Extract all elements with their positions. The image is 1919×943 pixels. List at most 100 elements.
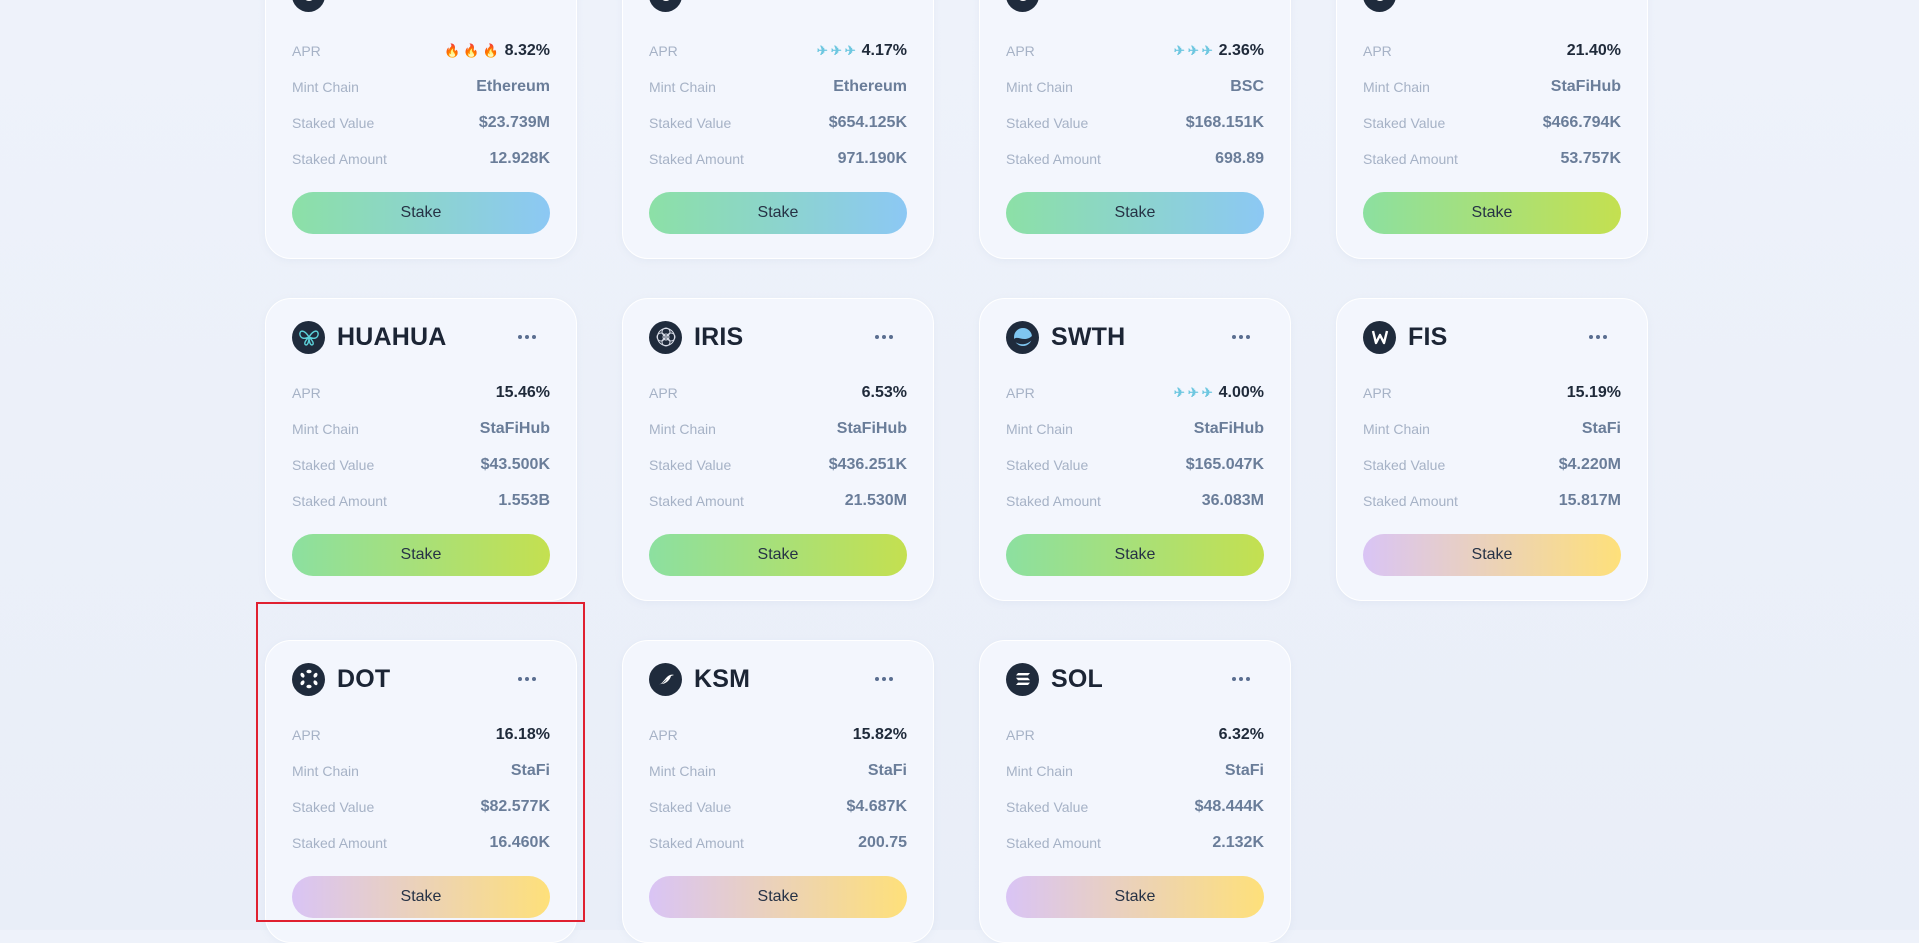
stake-button[interactable]: Stake bbox=[1363, 192, 1621, 234]
staking-card-grid: APR 🔥 🔥 🔥 8.32% Mint Chain Ethereum Staked … bbox=[265, 0, 1648, 943]
staked-value-label: Staked Value bbox=[292, 799, 375, 815]
apr-value: 15.82% bbox=[852, 726, 907, 743]
apr-value: 6.53% bbox=[861, 384, 907, 401]
staking-card: APR 🔥 🔥 🔥 8.32% Mint Chain Ethereum Staked … bbox=[265, 0, 577, 259]
apr-label: APR bbox=[649, 727, 678, 743]
stake-button[interactable]: Stake bbox=[292, 192, 550, 234]
mint-chain-label: Mint Chain bbox=[1006, 763, 1073, 779]
more-options-icon[interactable] bbox=[1226, 0, 1256, 5]
mint-chain-value: StaFi bbox=[510, 762, 550, 779]
more-options-icon[interactable] bbox=[512, 0, 542, 5]
card-header bbox=[649, 0, 907, 33]
staked-value: $654.125K bbox=[828, 114, 907, 131]
apr-row: APR ✈ ✈ ✈ 4.17% bbox=[649, 33, 907, 69]
token-name: IRIS bbox=[694, 322, 744, 351]
staked-amount: 698.89 bbox=[1215, 150, 1264, 167]
apr-label: APR bbox=[1006, 385, 1035, 401]
stake-button[interactable]: Stake bbox=[649, 876, 907, 918]
staked-amount: 36.083M bbox=[1201, 492, 1264, 509]
more-options-icon[interactable] bbox=[1583, 327, 1613, 347]
mint-chain-row: Mint Chain StaFiHub bbox=[1006, 411, 1264, 447]
rocket-icons: ✈ ✈ ✈ bbox=[1173, 385, 1213, 400]
more-options-icon[interactable] bbox=[869, 669, 899, 689]
apr-row: APR 21.40% bbox=[1363, 33, 1621, 69]
apr-value-wrap: ✈ ✈ ✈ 4.00% bbox=[1174, 384, 1264, 402]
staked-amount-row: Staked Amount 21.530M bbox=[649, 483, 907, 519]
staked-amount-row: Staked Amount 200.75 bbox=[649, 825, 907, 861]
staked-value-label: Staked Value bbox=[1363, 115, 1446, 131]
staked-value-label: Staked Value bbox=[649, 457, 732, 473]
staked-amount-row: Staked Amount 12.928K bbox=[292, 141, 550, 177]
flame-icons: 🔥 🔥 🔥 bbox=[444, 43, 499, 58]
staked-amount: 21.530M bbox=[844, 492, 907, 509]
staked-value-label: Staked Value bbox=[649, 115, 732, 131]
apr-value-wrap: 15.82% bbox=[853, 726, 907, 744]
apr-label: APR bbox=[649, 385, 678, 401]
mint-chain-value: StaFiHub bbox=[1550, 78, 1621, 95]
staked-amount-label: Staked Amount bbox=[1006, 493, 1101, 509]
stake-button[interactable]: Stake bbox=[292, 534, 550, 576]
staking-card: DOT APR 16.18% Mint Chain StaFi Staked V… bbox=[265, 640, 577, 943]
staked-amount-label: Staked Amount bbox=[292, 151, 387, 167]
staked-value-label: Staked Value bbox=[292, 457, 375, 473]
circle-logo bbox=[292, 0, 325, 12]
staked-amount-row: Staked Amount 698.89 bbox=[1006, 141, 1264, 177]
stake-button[interactable]: Stake bbox=[649, 534, 907, 576]
staking-card: APR ✈ ✈ ✈ 4.17% Mint Chain Ethereum Staked … bbox=[622, 0, 934, 259]
apr-row: APR ✈ ✈ ✈ 4.00% bbox=[1006, 375, 1264, 411]
apr-value-wrap: 6.32% bbox=[1219, 726, 1264, 744]
stake-button[interactable]: Stake bbox=[1006, 192, 1264, 234]
mint-chain-row: Mint Chain StaFiHub bbox=[649, 411, 907, 447]
staked-value-row: Staked Value $466.794K bbox=[1363, 105, 1621, 141]
stake-button[interactable]: Stake bbox=[649, 192, 907, 234]
apr-value: 8.32% bbox=[504, 42, 550, 59]
more-options-icon[interactable] bbox=[1583, 0, 1613, 5]
staked-amount-row: Staked Amount 2.132K bbox=[1006, 825, 1264, 861]
token-name: SWTH bbox=[1051, 322, 1126, 351]
staked-value: $168.151K bbox=[1185, 114, 1264, 131]
staking-card: HUAHUA APR 15.46% Mint Chain StaFiHub St… bbox=[265, 298, 577, 601]
stake-button[interactable]: Stake bbox=[1363, 534, 1621, 576]
staked-value: $4.220M bbox=[1558, 456, 1621, 473]
more-options-icon[interactable] bbox=[1226, 669, 1256, 689]
more-options-icon[interactable] bbox=[512, 327, 542, 347]
staked-value-row: Staked Value $4.220M bbox=[1363, 447, 1621, 483]
staked-value-row: Staked Value $436.251K bbox=[649, 447, 907, 483]
stake-button[interactable]: Stake bbox=[292, 876, 550, 918]
more-options-icon[interactable] bbox=[1226, 327, 1256, 347]
staked-value-label: Staked Value bbox=[1006, 457, 1089, 473]
apr-label: APR bbox=[292, 43, 321, 59]
apr-value-wrap: 6.53% bbox=[862, 384, 907, 402]
apr-value: 2.36% bbox=[1218, 42, 1264, 59]
staking-card: APR 21.40% Mint Chain StaFiHub Staked Va… bbox=[1336, 0, 1648, 259]
mint-chain-row: Mint Chain StaFi bbox=[1006, 753, 1264, 789]
staked-value: $48.444K bbox=[1194, 798, 1264, 815]
staked-amount-label: Staked Amount bbox=[649, 835, 744, 851]
stake-button[interactable]: Stake bbox=[1006, 876, 1264, 918]
stake-button[interactable]: Stake bbox=[1006, 534, 1264, 576]
staked-value-label: Staked Value bbox=[292, 115, 375, 131]
staking-card: APR ✈ ✈ ✈ 2.36% Mint Chain BSC Staked Value… bbox=[979, 0, 1291, 259]
card-header: IRIS bbox=[649, 299, 907, 375]
circle-logo bbox=[1363, 0, 1396, 12]
flower-logo bbox=[649, 320, 682, 354]
staked-value: $4.687K bbox=[846, 798, 908, 815]
staked-amount-row: Staked Amount 1.553B bbox=[292, 483, 550, 519]
more-options-icon[interactable] bbox=[512, 669, 542, 689]
apr-value: 21.40% bbox=[1566, 42, 1621, 59]
mint-chain-row: Mint Chain Ethereum bbox=[292, 69, 550, 105]
token-name: HUAHUA bbox=[337, 322, 447, 351]
mint-chain-row: Mint Chain StaFi bbox=[1363, 411, 1621, 447]
staked-value: $82.577K bbox=[480, 798, 550, 815]
staked-amount-row: Staked Amount 15.817M bbox=[1363, 483, 1621, 519]
more-options-icon[interactable] bbox=[869, 0, 899, 5]
staking-card: IRIS APR 6.53% Mint Chain StaFiHub Stake… bbox=[622, 298, 934, 601]
staked-amount-label: Staked Amount bbox=[649, 151, 744, 167]
mint-chain-row: Mint Chain StaFiHub bbox=[1363, 69, 1621, 105]
staked-amount-row: Staked Amount 36.083M bbox=[1006, 483, 1264, 519]
card-header bbox=[1006, 0, 1264, 33]
apr-value: 16.18% bbox=[495, 726, 550, 743]
staked-amount: 971.190K bbox=[837, 150, 907, 167]
staked-value: $436.251K bbox=[828, 456, 907, 473]
more-options-icon[interactable] bbox=[869, 327, 899, 347]
